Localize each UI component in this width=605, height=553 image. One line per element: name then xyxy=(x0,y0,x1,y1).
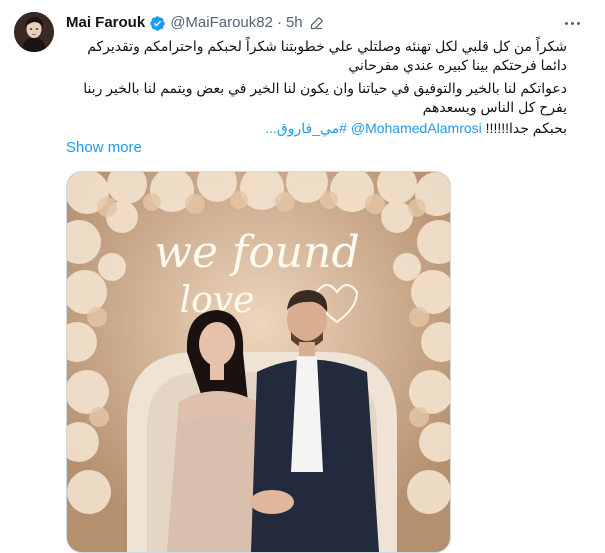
thanks-text: بحبكم جدا!!!!!! xyxy=(485,120,567,136)
hashtag-link[interactable]: #مي_فاروق... xyxy=(265,120,347,136)
tweet-photo[interactable]: we found love xyxy=(66,171,451,553)
author-handle[interactable]: @MaiFarouk82 xyxy=(170,13,273,33)
tweet-timestamp[interactable]: 5h xyxy=(286,13,303,33)
neon-sign-text-1: we found xyxy=(154,227,359,278)
edited-pencil-icon[interactable] xyxy=(309,16,324,31)
tweet-header: Mai Farouk @MaiFarouk82 · 5h xyxy=(66,13,324,33)
verified-badge-icon xyxy=(149,15,166,32)
tweet-text-paragraph-1: شكراً من كل قلبي لكل تهنئه وصلتلي علي خط… xyxy=(87,38,567,73)
tweet: Mai Farouk @MaiFarouk82 · 5h شكراً من كل… xyxy=(0,0,605,553)
tweet-text-paragraph-2: دعواتكم لنا بالخير والتوفيق في حياتنا وا… xyxy=(83,80,567,115)
show-more-link[interactable]: Show more xyxy=(66,138,142,158)
author-avatar[interactable] xyxy=(14,12,54,52)
tweet-text-paragraph-3: بحبكم جدا!!!!!! @MohamedAlamrosi #مي_فار… xyxy=(64,119,567,138)
more-dots-icon[interactable] xyxy=(561,12,583,34)
author-name[interactable]: Mai Farouk xyxy=(66,13,145,33)
mention-link[interactable]: @MohamedAlamrosi xyxy=(351,120,482,136)
separator-dot: · xyxy=(276,14,282,31)
